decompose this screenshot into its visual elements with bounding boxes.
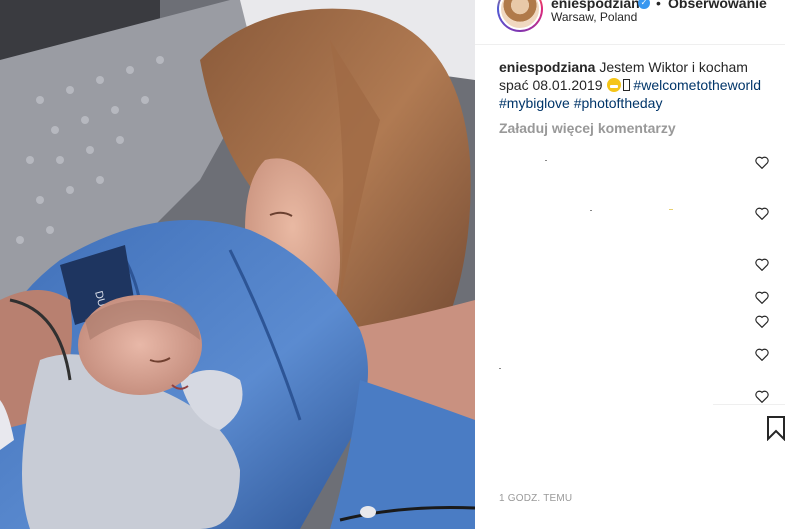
load-more-comments-button[interactable]: Załaduj więcej komentarzy [499,120,676,136]
grinning-emoji-icon [606,78,621,92]
photo-illustration: DULT [0,0,475,529]
heart-icon[interactable] [755,207,769,220]
avatar[interactable] [497,0,543,32]
actions-divider [713,404,785,405]
unknown-glyph-icon [622,79,630,91]
comment-speck [545,160,547,161]
post-header: eniespodziana ✓ • Obserwowanie Warsaw, P… [475,0,785,45]
heart-icon[interactable] [755,291,769,304]
follow-button[interactable]: Obserwowanie [668,0,767,11]
heart-icon[interactable] [755,348,769,361]
comment-speck [499,368,501,369]
heart-icon[interactable] [755,258,769,271]
heart-icon[interactable] [755,156,769,169]
comment-speck [590,210,592,211]
location-link[interactable]: Warsaw, Poland [551,10,637,24]
verified-icon: ✓ [638,0,650,9]
comment-speck [669,209,673,210]
bookmark-icon[interactable] [766,415,786,441]
post-photo[interactable]: DULT [0,0,475,529]
post-sidebar: eniespodziana ✓ • Obserwowanie Warsaw, P… [475,0,793,529]
separator-dot: • [656,0,661,11]
hashtag-link[interactable]: #welcometotheworld [633,77,761,93]
heart-icon[interactable] [755,390,769,403]
post-timestamp[interactable]: 1 GODZ. TEMU [499,493,572,504]
hashtag-link[interactable]: #mybiglove [499,95,570,111]
caption: eniespodziana Jestem Wiktor i kocham spa… [499,58,779,112]
caption-username[interactable]: eniespodziana [499,59,595,75]
hashtag-link[interactable]: #photoftheday [574,95,663,111]
heart-icon[interactable] [755,315,769,328]
avatar-image [499,0,541,30]
